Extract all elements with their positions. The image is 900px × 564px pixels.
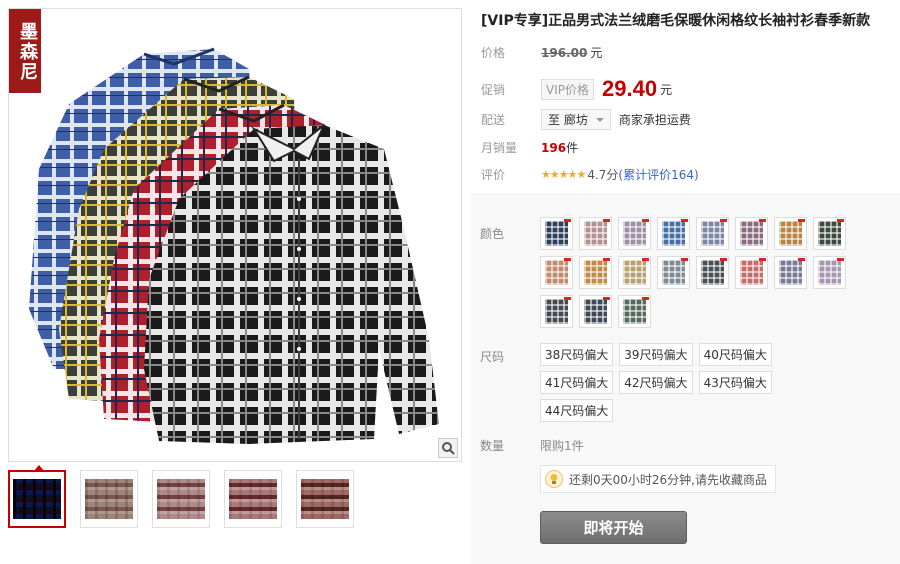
color-swatch-15[interactable] (774, 256, 807, 289)
shirt-color-image (545, 221, 568, 246)
color-swatch-19[interactable] (618, 295, 651, 328)
shirt-color-image (545, 260, 568, 285)
shirt-color-image (623, 260, 646, 285)
product-title: [VIP专享]正品男式法兰绒磨毛保暖休闲格纹长袖衬衫春季新款 (481, 13, 871, 29)
color-swatch-list (540, 217, 860, 328)
color-swatch-16[interactable] (813, 256, 846, 289)
countdown-text: 还剩0天00小时26分钟,请先收藏商品 (569, 472, 767, 487)
shirt-color-image (584, 260, 607, 285)
size-option-4[interactable]: 41尺码偏大 (540, 371, 614, 394)
thumbnail-strip (8, 465, 354, 528)
color-swatch-17[interactable] (540, 295, 573, 328)
thumbnail-1[interactable] (8, 465, 66, 528)
color-swatch-8[interactable] (813, 217, 846, 250)
main-product-image[interactable]: 墨森尼 (8, 8, 462, 462)
price-row: 价格 196.00 元 (481, 44, 602, 61)
color-swatch-11[interactable] (618, 256, 651, 289)
thumbnail-4[interactable] (224, 470, 282, 528)
vip-price-tag: VIP价格 (541, 78, 594, 100)
quantity-limit: 限购1件 (540, 439, 584, 453)
color-swatch-7[interactable] (774, 217, 807, 250)
price-label: 价格 (481, 46, 506, 60)
color-swatch-14[interactable] (735, 256, 768, 289)
shirt-color-image (818, 260, 841, 285)
star-rating-icon: ★★★★★ (541, 168, 586, 181)
color-swatch-6[interactable] (735, 217, 768, 250)
ship-to-value: 至 廊坊 (548, 113, 588, 127)
shirt-color-image (779, 260, 802, 285)
original-price: 196.00 (541, 45, 588, 60)
color-swatch-10[interactable] (579, 256, 612, 289)
color-swatch-5[interactable] (696, 217, 729, 250)
shirt-color-image (584, 221, 607, 246)
color-swatch-2[interactable] (579, 217, 612, 250)
shipping-label: 配送 (481, 113, 506, 127)
color-swatch-4[interactable] (657, 217, 690, 250)
shirt-color-image (779, 221, 802, 246)
size-option-6[interactable]: 43尺码偏大 (698, 371, 772, 394)
color-swatch-12[interactable] (657, 256, 690, 289)
monthly-sales: 196 (541, 140, 567, 155)
coming-soon-button[interactable]: 即将开始 (540, 511, 687, 544)
magnifier-icon[interactable] (438, 438, 458, 458)
chevron-down-icon (595, 117, 604, 122)
lightbulb-icon (545, 470, 563, 488)
size-option-5[interactable]: 42尺码偏大 (619, 371, 693, 394)
shipping-note: 商家承担运费 (618, 113, 691, 127)
size-option-2[interactable]: 39尺码偏大 (619, 343, 693, 366)
size-option-list: 38尺码偏大 39尺码偏大 40尺码偏大 41尺码偏大 42尺码偏大 43尺码偏大 44尺码… (540, 343, 790, 422)
promo-price: 29.40 (602, 76, 658, 101)
currency-unit: 元 (660, 82, 673, 97)
promo-row: 促销 VIP价格 29.40 元 (481, 76, 672, 102)
options-panel: 颜色 尺码 38尺码偏大 39尺码偏大 40尺码偏大 41尺码偏大 42尺码偏大 43尺码… (471, 194, 900, 564)
sales-unit: 件 (566, 141, 579, 155)
thumbnail-3[interactable] (152, 470, 210, 528)
sales-row: 月销量 196 件 (481, 139, 578, 156)
sales-label: 月销量 (481, 141, 518, 155)
shirt-color-image (584, 299, 607, 324)
shirt-color-image (818, 221, 841, 246)
shirt-color-image (740, 221, 763, 246)
thumbnail-image (85, 479, 133, 519)
thumbnail-image (229, 479, 277, 519)
color-swatch-3[interactable] (618, 217, 651, 250)
shirt-color-image (740, 260, 763, 285)
shirt-color-image (701, 260, 724, 285)
shirt-color-image (662, 221, 685, 246)
size-label: 尺码 (480, 350, 505, 364)
shirt-image (29, 47, 439, 444)
size-option-7[interactable]: 44尺码偏大 (540, 399, 614, 422)
color-swatch-1[interactable] (540, 217, 573, 250)
review-count-link[interactable]: (累计评价164) (618, 166, 698, 183)
shirt-color-image (701, 221, 724, 246)
size-option-1[interactable]: 38尺码偏大 (540, 343, 614, 366)
color-swatch-9[interactable] (540, 256, 573, 289)
brand-logo: 墨森尼 (9, 9, 41, 93)
thumbnail-2[interactable] (80, 470, 138, 528)
quantity-label: 数量 (480, 439, 505, 453)
thumbnail-5[interactable] (296, 470, 354, 528)
ship-to-dropdown[interactable]: 至 廊坊 (541, 109, 611, 130)
currency-unit: 元 (590, 46, 603, 60)
thumbnail-image (13, 479, 61, 519)
color-label: 颜色 (480, 227, 505, 241)
shirt-color-image (662, 260, 685, 285)
shirt-color-image (623, 221, 646, 246)
rating-label: 评价 (481, 168, 506, 182)
rating-score: 4.7分 (587, 168, 619, 182)
color-swatch-13[interactable] (696, 256, 729, 289)
promo-label: 促销 (481, 82, 506, 97)
shipping-row: 配送 至 廊坊 商家承担运费 (481, 109, 691, 130)
thumbnail-image (157, 479, 205, 519)
shirt-color-image (623, 299, 646, 324)
size-option-3[interactable]: 40尺码偏大 (698, 343, 772, 366)
rating-row: 评价 ★★★★★ 4.7分 (累计评价164) (481, 166, 699, 183)
thumbnail-image (301, 479, 349, 519)
color-swatch-18[interactable] (579, 295, 612, 328)
shirt-color-image (545, 299, 568, 324)
countdown-notice: 还剩0天00小时26分钟,请先收藏商品 (540, 465, 776, 493)
